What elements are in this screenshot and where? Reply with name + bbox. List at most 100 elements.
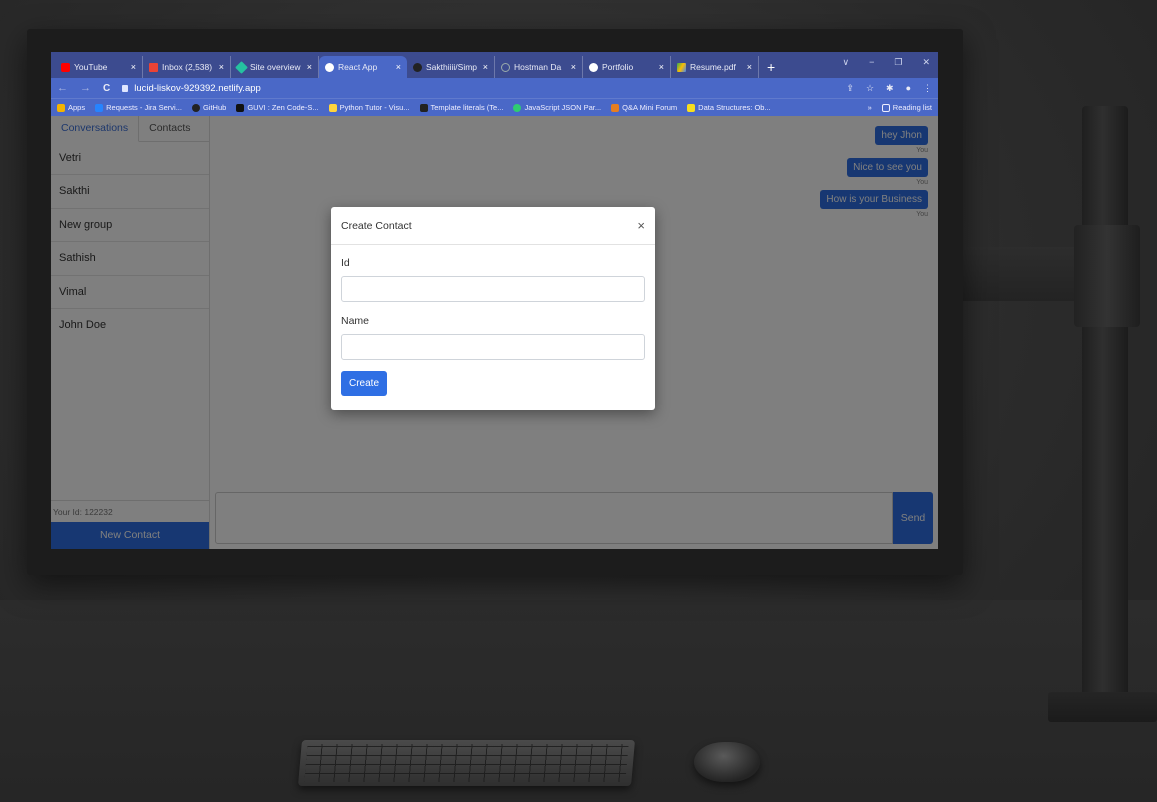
bookmark-guvi[interactable]: GUVI : Zen Code-S... <box>236 103 319 112</box>
bookmark-label: GUVI : Zen Code-S... <box>247 103 319 112</box>
share-icon[interactable]: ⇪ <box>846 83 854 94</box>
url-text: lucid-liskov-929392.netlify.app <box>134 82 261 94</box>
tab-label: Portfolio <box>602 62 634 72</box>
reading-list-label: Reading list <box>892 103 932 112</box>
tab-label: Sakthiiii/Simp <box>426 62 478 72</box>
bookmark-template-literals[interactable]: Template literals (Te... <box>419 103 504 112</box>
monitor-stand-base <box>1048 692 1157 722</box>
extensions-icon[interactable]: ✱ <box>886 83 894 94</box>
tab-hostman[interactable]: Hostman Da × <box>495 56 583 78</box>
close-icon[interactable]: × <box>659 62 664 72</box>
browser-tab-strip: YouTube × Inbox (2,538) × Site overview … <box>51 52 938 78</box>
window-close-icon[interactable]: ✕ <box>922 57 930 68</box>
tab-label: YouTube <box>74 62 108 72</box>
bookmark-label: JavaScript JSON Par... <box>524 103 602 112</box>
netlify-icon <box>235 60 248 74</box>
youtube-icon <box>61 62 70 72</box>
jira-icon <box>95 103 104 112</box>
tab-react-app[interactable]: React App × <box>319 56 407 78</box>
github-icon <box>413 62 422 72</box>
bookmark-json-parse[interactable]: JavaScript JSON Par... <box>513 103 601 112</box>
tab-youtube[interactable]: YouTube × <box>55 56 143 78</box>
tab-search-icon[interactable]: ∨ <box>843 57 850 68</box>
bookmark-label: Requests - Jira Servi... <box>106 103 182 112</box>
bookmark-apps[interactable]: Apps <box>57 103 85 112</box>
keyboard-keys <box>304 744 629 782</box>
lock-icon <box>122 84 129 92</box>
star-icon[interactable]: ☆ <box>866 83 874 94</box>
github-icon <box>191 103 200 112</box>
python-icon <box>328 103 337 112</box>
close-icon[interactable]: × <box>637 218 645 233</box>
bookmark-github[interactable]: GitHub <box>191 103 227 112</box>
create-button[interactable]: Create <box>341 371 388 396</box>
address-bar[interactable]: lucid-liskov-929392.netlify.app <box>122 83 834 94</box>
close-icon[interactable]: × <box>747 62 752 72</box>
tab-label: Site overview <box>250 62 301 72</box>
bookmarks-bar: Apps Requests - Jira Servi... GitHub GUV… <box>51 98 938 116</box>
create-contact-modal: Create Contact × Id Name Create <box>331 207 655 410</box>
hostman-icon <box>501 62 510 72</box>
reload-icon[interactable]: C <box>103 83 110 94</box>
bookmark-label: Python Tutor - Visu... <box>339 103 410 112</box>
new-tab-button[interactable]: + <box>759 56 783 78</box>
bookmark-qa-forum[interactable]: Q&A Mini Forum <box>611 103 677 112</box>
minimize-icon[interactable]: − <box>869 57 874 68</box>
keyboard <box>297 740 636 786</box>
more-bookmarks-icon[interactable]: » <box>868 103 872 112</box>
tab-label: Resume.pdf <box>690 62 736 72</box>
restore-icon[interactable]: ❐ <box>894 57 902 68</box>
tab-gmail[interactable]: Inbox (2,538) × <box>143 56 231 78</box>
name-input[interactable] <box>341 334 645 360</box>
globe-icon <box>589 62 598 72</box>
close-icon[interactable]: × <box>483 62 488 72</box>
bookmark-label: GitHub <box>202 103 227 112</box>
close-icon[interactable]: × <box>571 62 576 72</box>
modal-title: Create Contact <box>341 219 412 232</box>
id-input[interactable] <box>341 276 645 302</box>
monitor-stand-pole <box>1082 106 1128 706</box>
back-icon[interactable]: ← <box>57 82 68 94</box>
monitor-stand-clamp <box>1074 225 1140 327</box>
close-icon[interactable]: × <box>219 62 224 72</box>
modal-header: Create Contact × <box>331 207 655 245</box>
tab-label: Inbox (2,538) <box>162 62 213 72</box>
id-label: Id <box>341 257 350 269</box>
tab-label: React App <box>338 62 378 72</box>
tab-github-repo[interactable]: Sakthiiii/Simp × <box>407 56 495 78</box>
toolbar-icons: ⇪ ☆ ✱ ● ⋮ <box>846 83 932 94</box>
close-icon[interactable]: × <box>396 62 401 72</box>
tab-site-overview[interactable]: Site overview × <box>231 56 319 78</box>
close-icon[interactable]: × <box>131 62 136 72</box>
chat-app: Conversations Contacts Vetri Sakthi New … <box>51 116 938 549</box>
reading-list-icon <box>881 103 890 112</box>
bookmark-jira[interactable]: Requests - Jira Servi... <box>95 103 182 112</box>
mdn-icon <box>419 103 428 112</box>
guvi-icon <box>236 103 245 112</box>
forum-icon <box>611 103 620 112</box>
modal-body: Id Name Create <box>331 245 655 408</box>
bookmark-python-tutor[interactable]: Python Tutor - Visu... <box>328 103 410 112</box>
bookmark-data-structures[interactable]: Data Structures: Ob... <box>687 103 771 112</box>
browser-toolbar: ← → C lucid-liskov-929392.netlify.app ⇪ … <box>51 78 938 98</box>
reading-list-button[interactable]: Reading list <box>881 103 932 112</box>
gmail-icon <box>149 62 158 72</box>
bookmark-label: Apps <box>68 103 86 112</box>
bookmark-label: Data Structures: Ob... <box>698 103 771 112</box>
tab-resume-pdf[interactable]: Resume.pdf × <box>671 56 759 78</box>
tab-label: Hostman Da <box>514 62 562 72</box>
forward-icon[interactable]: → <box>80 82 91 94</box>
monitor-stand-arm <box>960 247 1080 301</box>
menu-icon[interactable]: ⋮ <box>923 83 932 94</box>
tab-portfolio[interactable]: Portfolio × <box>583 56 671 78</box>
globe-icon <box>325 62 334 72</box>
bookmark-label: Template literals (Te... <box>430 103 504 112</box>
google-drive-icon <box>677 62 686 72</box>
bookmark-label: Q&A Mini Forum <box>622 103 678 112</box>
profile-avatar-icon[interactable]: ● <box>906 83 911 94</box>
js-icon <box>687 103 696 112</box>
mouse <box>694 742 760 782</box>
name-label: Name <box>341 315 370 327</box>
apps-grid-icon <box>57 103 65 112</box>
close-icon[interactable]: × <box>307 62 312 72</box>
